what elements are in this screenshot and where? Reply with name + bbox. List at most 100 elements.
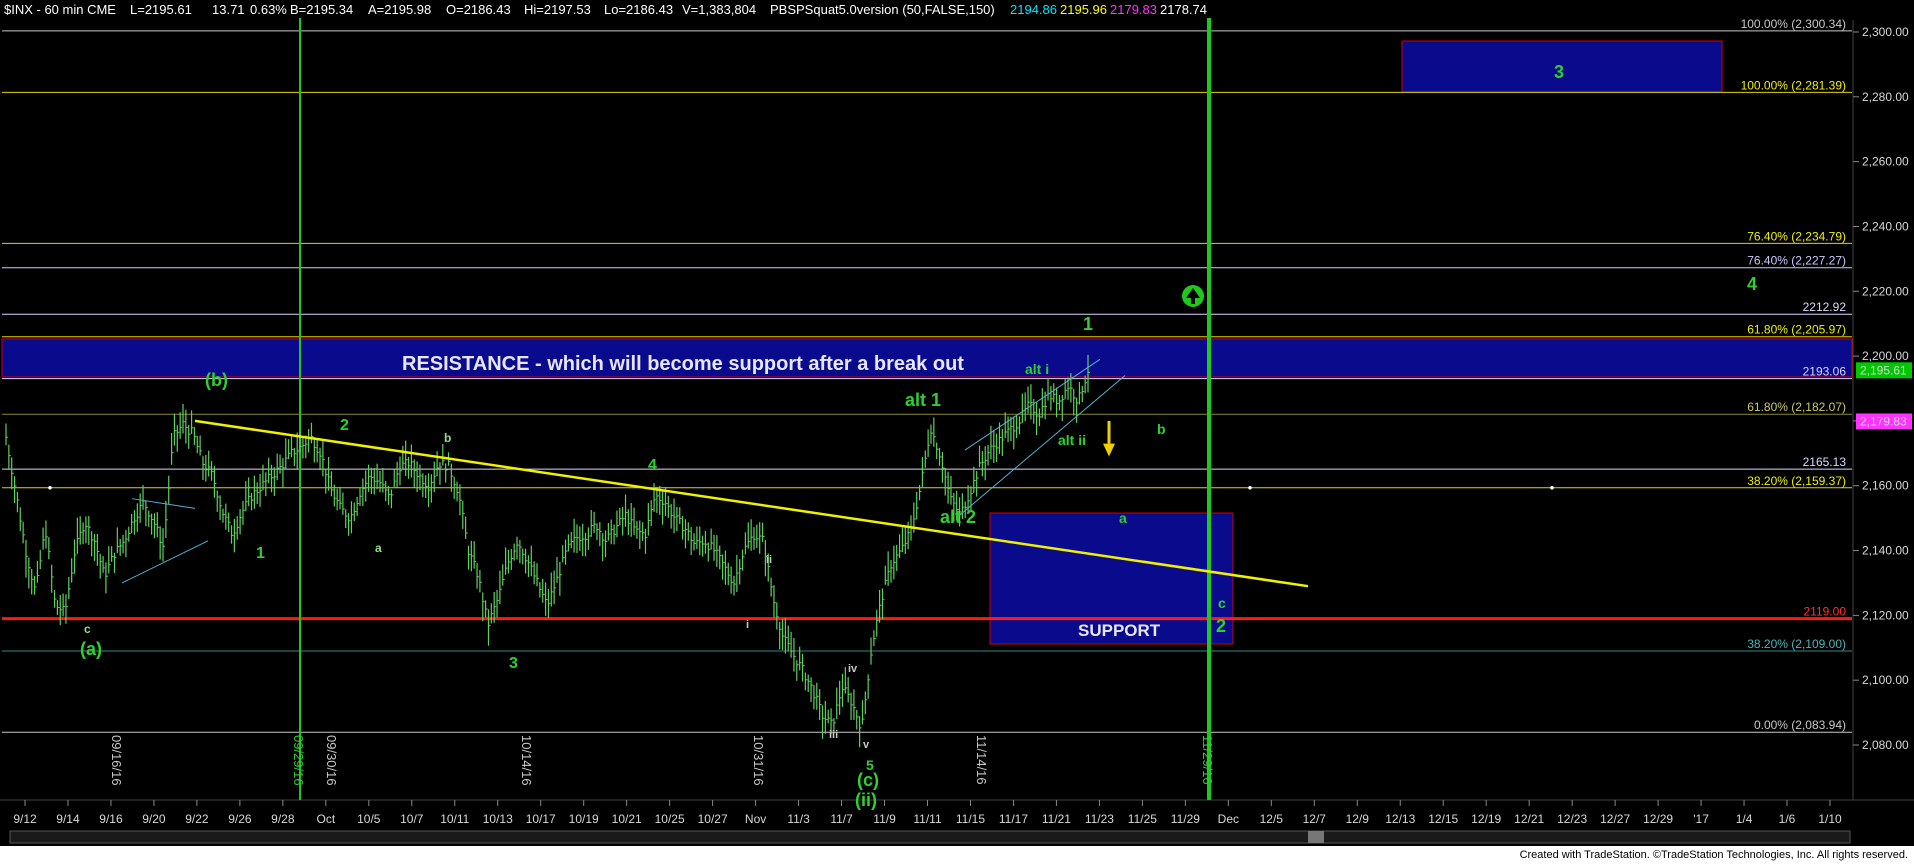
level-label: 2165.13 bbox=[1803, 455, 1847, 469]
x-tick-label: 12/5 bbox=[1260, 812, 1284, 826]
x-tick-label: 9/14 bbox=[56, 812, 80, 826]
date-label: 11/29/16 bbox=[1200, 735, 1215, 785]
wave-label: v bbox=[863, 739, 870, 751]
x-tick-label: 12/19 bbox=[1471, 812, 1501, 826]
x-tick-label: 12/13 bbox=[1385, 812, 1415, 826]
last-value: L=2195.61 bbox=[130, 2, 192, 17]
wave-label: alt i bbox=[1025, 361, 1049, 377]
wave-label: (ii) bbox=[855, 790, 877, 810]
volume-value: V=1,383,804 bbox=[682, 2, 756, 17]
indicator-value-3: 2179.83 bbox=[1110, 2, 1157, 17]
level-label: 100.00% (2,300.34) bbox=[1741, 17, 1846, 31]
price-axis: 2,300.00 2,280.00 2,260.00 2,240.00 2,220.00… bbox=[1853, 25, 1909, 752]
last-price-text: 2,195.61 bbox=[1860, 363, 1907, 377]
x-tick-label: 9/16 bbox=[99, 812, 123, 826]
y-tick-label: 2,120.00 bbox=[1862, 608, 1909, 622]
downtrend-line bbox=[194, 419, 1309, 588]
target-box-label: 3 bbox=[1554, 62, 1564, 82]
wave-label: a bbox=[375, 541, 382, 555]
x-tick-label: 10/13 bbox=[483, 812, 513, 826]
ask-value: A=2195.98 bbox=[368, 2, 431, 17]
x-tick-label: 11/21 bbox=[1042, 812, 1071, 826]
x-tick-label: '17 bbox=[1693, 812, 1709, 826]
wave-label: ii bbox=[766, 554, 772, 566]
wave-label: iii bbox=[829, 729, 838, 741]
x-tick-label: 12/21 bbox=[1514, 812, 1544, 826]
wave-label: 4 bbox=[1747, 274, 1757, 294]
change-pct: 0.63% bbox=[250, 2, 287, 17]
price-chart: $INX - 60 min CME L=2195.61 13.71 0.63% … bbox=[0, 2, 1914, 844]
chart-window: $INX - 60 min CME L=2195.61 13.71 0.63% … bbox=[0, 0, 1914, 866]
time-axis: 9/12 9/14 9/16 9/20 9/22 9/26 9/28 Oct 10/5 10/7 1… bbox=[13, 800, 1842, 826]
x-tick-label: 9/22 bbox=[185, 812, 209, 826]
x-tick-label: Oct bbox=[316, 812, 335, 826]
indicator-price-tag: 2,179.83 bbox=[1856, 413, 1912, 430]
time-scrollbar[interactable] bbox=[9, 830, 1851, 844]
open-value: O=2186.43 bbox=[446, 2, 511, 17]
x-tick-label: 10/19 bbox=[569, 812, 599, 826]
level-label: 2119.00 bbox=[1804, 605, 1847, 619]
x-tick-label: 11/23 bbox=[1085, 812, 1114, 826]
x-tick-label: 10/17 bbox=[526, 812, 556, 826]
wave-label: (c) bbox=[857, 770, 879, 790]
wave-label: alt 2 bbox=[940, 507, 976, 527]
level-dot bbox=[1248, 485, 1252, 490]
x-tick-label: 11/7 bbox=[830, 812, 853, 826]
x-tick-label: 11/17 bbox=[999, 812, 1028, 826]
scrollbar-track[interactable] bbox=[9, 830, 1851, 844]
footer-credit: Created with TradeStation. ©TradeStation… bbox=[1519, 849, 1908, 861]
x-tick-label: 10/27 bbox=[698, 812, 728, 826]
high-value: Hi=2197.53 bbox=[524, 2, 591, 17]
y-tick-label: 2,140.00 bbox=[1862, 544, 1909, 558]
wave-label: 1 bbox=[1083, 314, 1093, 334]
zones-layer: RESISTANCE - which will become support a… bbox=[1, 40, 1853, 645]
date-label: 10/14/16 bbox=[519, 735, 534, 786]
y-tick-label: 2,300.00 bbox=[1862, 25, 1909, 39]
x-tick-label: 9/28 bbox=[271, 812, 295, 826]
wave-label: c bbox=[84, 622, 91, 636]
x-tick-label: 9/20 bbox=[142, 812, 166, 826]
wave-label: iv bbox=[848, 663, 858, 675]
y-tick-label: 2,160.00 bbox=[1862, 479, 1909, 493]
x-tick-label: 12/27 bbox=[1600, 812, 1630, 826]
level-label: 76.40% (2,234.79) bbox=[1747, 229, 1846, 243]
x-tick-label: 1/10 bbox=[1818, 812, 1842, 826]
date-label: 10/31/16 bbox=[751, 735, 766, 786]
wave-label: (a) bbox=[80, 639, 102, 659]
x-tick-label: 1/4 bbox=[1736, 812, 1753, 826]
level-label: 61.80% (2,182.07) bbox=[1747, 400, 1846, 414]
low-value: Lo=2186.43 bbox=[604, 2, 673, 17]
last-price-tag: 2,195.61 bbox=[1856, 362, 1912, 379]
wave-label: 4 bbox=[648, 457, 657, 474]
x-tick-label: Nov bbox=[745, 812, 766, 826]
wave-label: 3 bbox=[509, 655, 518, 672]
x-tick-label: 12/23 bbox=[1557, 812, 1587, 826]
level-label: 2193.06 bbox=[1803, 365, 1847, 379]
wave-label: i bbox=[746, 619, 749, 631]
x-tick-label: 9/26 bbox=[228, 812, 252, 826]
footer-bar: Created with TradeStation. ©TradeStation… bbox=[0, 846, 1914, 866]
x-tick-label: 9/12 bbox=[13, 812, 37, 826]
x-tick-label: 10/7 bbox=[400, 812, 424, 826]
level-label: 38.20% (2,159.37) bbox=[1747, 474, 1846, 488]
y-tick-label: 2,260.00 bbox=[1862, 155, 1909, 169]
y-tick-label: 2,080.00 bbox=[1862, 738, 1909, 752]
y-tick-label: 2,100.00 bbox=[1862, 673, 1909, 687]
level-label: 38.20% (2,109.00) bbox=[1747, 637, 1846, 651]
x-tick-label: 10/11 bbox=[440, 812, 469, 826]
x-tick-label: Dec bbox=[1218, 812, 1239, 826]
y-tick-label: 2,280.00 bbox=[1862, 90, 1909, 104]
indicator-price-text: 2,179.83 bbox=[1860, 414, 1907, 428]
wave-label: c bbox=[1218, 595, 1226, 611]
x-tick-label: 11/29 bbox=[1171, 812, 1200, 826]
level-label: 61.80% (2,205.97) bbox=[1747, 323, 1846, 337]
resistance-label: RESISTANCE - which will become support a… bbox=[402, 353, 964, 375]
x-tick-label: 10/21 bbox=[612, 812, 642, 826]
wave-label: 2 bbox=[1216, 616, 1226, 636]
wave-label: 1 bbox=[256, 545, 265, 562]
wave-label: b bbox=[444, 431, 451, 445]
support-label: SUPPORT bbox=[1078, 621, 1161, 640]
y-tick-label: 2,200.00 bbox=[1862, 349, 1909, 363]
level-label: 100.00% (2,281.39) bbox=[1741, 78, 1846, 92]
scrollbar-thumb[interactable] bbox=[1308, 831, 1324, 843]
